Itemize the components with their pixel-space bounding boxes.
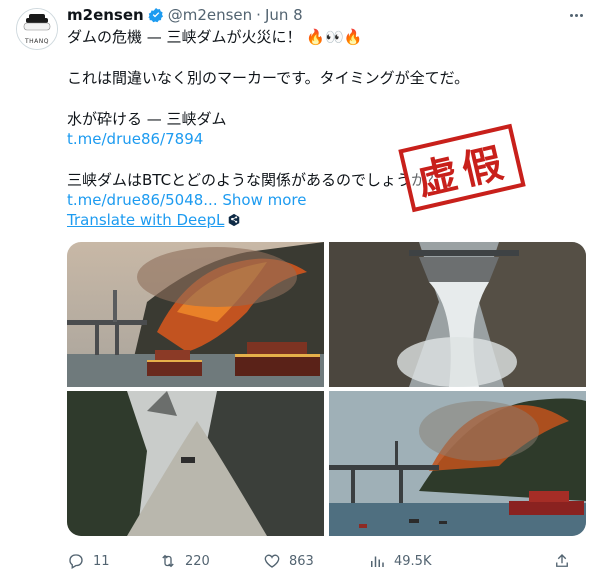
avatar[interactable]: THANQ (16, 8, 58, 50)
link-row: t.me/drue86/5048... Show more (67, 190, 306, 210)
display-name[interactable]: m2ensen (67, 6, 144, 24)
user-handle[interactable]: @m2ensen (168, 6, 252, 24)
views-button[interactable]: 49.5K (368, 552, 553, 570)
tweet-text-line-2: これは間違いなく別のマーカーです。タイミングが全てだ。 (67, 69, 470, 87)
action-bar: 11 220 863 49.5K (67, 548, 586, 574)
share-button[interactable] (553, 552, 571, 570)
media-grid (67, 242, 586, 536)
fake-stamp: 虚假 (398, 123, 526, 213)
fire-shore-image (329, 391, 586, 536)
more-icon-dot (579, 13, 583, 17)
retweet-button[interactable]: 220 (159, 552, 263, 570)
like-icon (264, 554, 280, 568)
share-icon (556, 554, 568, 567)
more-icon-dot (569, 13, 573, 17)
media-image-4[interactable] (329, 391, 586, 536)
more-button[interactable] (566, 6, 586, 24)
retweet-icon (162, 554, 174, 568)
telegram-link-1[interactable]: t.me/drue86/7894 (67, 129, 203, 149)
views-icon (371, 556, 384, 567)
translate-link[interactable]: Translate with DeepL (67, 210, 241, 230)
tweet-date[interactable]: Jun 8 (265, 6, 303, 24)
reply-icon (69, 554, 83, 569)
translate-label: Translate with DeepL (67, 211, 225, 229)
media-image-1[interactable] (67, 242, 324, 387)
show-more-link[interactable]: Show more (222, 191, 306, 209)
tweet-text-line-3: 水が砕ける — 三峡ダム (67, 110, 227, 128)
tweet-text-line-4: 三峡ダムはBTCとどのような関係があるのでしょうか？ (67, 171, 442, 189)
telegram-link-2[interactable]: t.me/drue86/5048... (67, 191, 218, 209)
flood-gorge-image (67, 391, 324, 536)
retweet-count: 220 (185, 553, 210, 569)
verified-badge-icon (148, 8, 163, 23)
deepl-icon (229, 213, 240, 227)
media-image-3[interactable] (67, 391, 324, 536)
fire-bridge-image (67, 242, 324, 387)
views-count: 49.5K (394, 553, 432, 569)
translate-row: Translate with DeepL (67, 210, 241, 230)
reply-button[interactable]: 11 (67, 552, 159, 570)
avatar-label: THANQ (25, 38, 49, 45)
tweet-header: m2ensen @m2ensen · Jun 8 (67, 4, 303, 26)
like-count: 863 (289, 553, 314, 569)
reply-count: 11 (93, 553, 110, 569)
more-icon-dot (574, 13, 578, 17)
tweet-text-line-1: ダムの危機 — 三峡ダムが火災に！ 🔥👀🔥 (67, 28, 363, 46)
separator-dot: · (256, 6, 261, 24)
media-image-2[interactable] (329, 242, 586, 387)
like-button[interactable]: 863 (263, 552, 368, 570)
waterfall-image (329, 242, 586, 387)
